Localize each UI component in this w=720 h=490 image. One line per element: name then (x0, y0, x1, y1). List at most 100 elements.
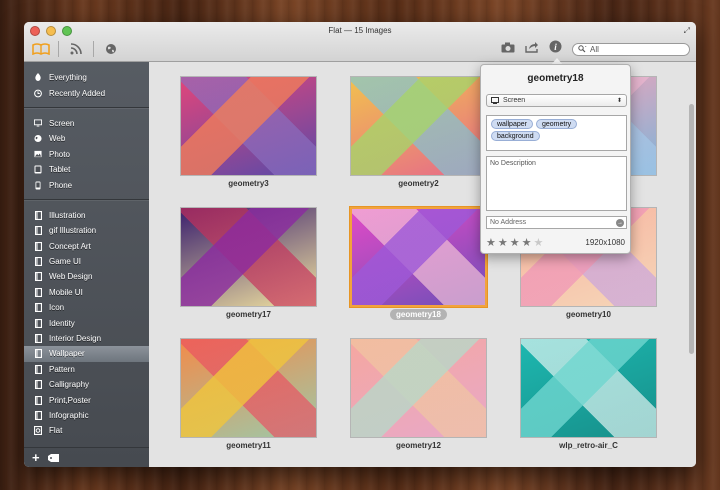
image-thumbnail[interactable] (180, 207, 317, 307)
fullscreen-icon[interactable]: ⤢ (684, 26, 690, 36)
sidebar-item-identity[interactable]: Identity (24, 315, 149, 330)
star-icon[interactable]: ★ (510, 236, 520, 249)
image-dimensions: 1920x1080 (585, 238, 625, 247)
star-icon[interactable]: ★ (522, 236, 532, 249)
sidebar-item-screen[interactable]: Screen (24, 116, 149, 131)
sidebar-item-label: Recently Added (49, 88, 106, 98)
image-tile[interactable]: geometry18 (350, 207, 487, 320)
sidebar-item-tablet[interactable]: Tablet (24, 162, 149, 177)
image-tile[interactable]: geometry11 (180, 338, 317, 450)
vertical-scrollbar[interactable] (686, 62, 696, 467)
library-button[interactable] (30, 40, 52, 58)
sidebar-item-photo[interactable]: Photo (24, 147, 149, 162)
image-thumbnail[interactable] (180, 338, 317, 438)
search-field[interactable]: All (572, 42, 690, 56)
image-name-text: geometry12 (396, 441, 441, 450)
sidebar-item-print-poster[interactable]: Print,Poster (24, 392, 149, 407)
image-tile[interactable]: wlp_retro-air_C (520, 338, 657, 450)
search-input[interactable]: All (590, 45, 599, 54)
sidebar-item-interior-design[interactable]: Interior Design (24, 331, 149, 346)
sidebar-item-wallpaper[interactable]: Wallpaper (24, 346, 149, 362)
image-name: geometry2 (350, 179, 487, 188)
image-thumbnail[interactable] (350, 76, 487, 176)
add-icon[interactable]: + (32, 450, 40, 465)
sidebar-item-game-ui[interactable]: Game UI (24, 254, 149, 269)
category-select-value: Screen (503, 97, 526, 104)
image-tile[interactable]: geometry3 (180, 76, 317, 188)
toolbar-separator (93, 41, 94, 57)
sidebar-item-recently-added[interactable]: Recently Added (24, 85, 149, 100)
image-tile[interactable]: geometry12 (350, 338, 487, 450)
folder-icon (34, 303, 42, 313)
sidebar-item-label: Tablet (49, 165, 71, 175)
tag-token[interactable]: wallpaper (491, 119, 533, 129)
image-tile[interactable]: geometry17 (180, 207, 317, 319)
folder-icon (34, 287, 42, 297)
sidebar-item-infographic[interactable]: Infographic (24, 408, 149, 423)
sidebar-item-web[interactable]: Web (24, 131, 149, 146)
image-name-text: geometry2 (398, 179, 439, 188)
sidebar-item-icon[interactable]: Icon (24, 300, 149, 315)
scrollbar-thumb[interactable] (689, 104, 694, 354)
folder-icon (34, 334, 42, 344)
image-name: geometry12 (350, 441, 487, 450)
sidebar-item-label: Phone (49, 180, 73, 190)
go-arrow-icon[interactable]: → (616, 219, 624, 227)
category-select[interactable]: Screen ⬍ (486, 94, 627, 107)
star-icon[interactable]: ★ (498, 236, 508, 249)
sidebar-item-label: Flat (49, 426, 63, 436)
sidebar-item-label: Mobile UI (49, 287, 83, 297)
image-thumbnail[interactable] (350, 207, 487, 307)
sidebar-item-calligraphy[interactable]: Calligraphy (24, 377, 149, 392)
star-icon[interactable]: ★ (534, 236, 544, 249)
library-book-icon (32, 43, 50, 55)
sidebar-item-label: Screen (49, 118, 75, 128)
image-tile[interactable]: geometry2 (350, 76, 487, 188)
info-popover: geometry18 Screen ⬍ wallpaper geometry bac… (480, 64, 631, 254)
folder-icon (34, 380, 42, 390)
sidebar-item-gif-illustration[interactable]: gif Illustration (24, 223, 149, 238)
description-field[interactable]: No Description (486, 156, 627, 211)
tags-field[interactable]: wallpaper geometry background (486, 115, 627, 151)
star-rating[interactable]: ★ ★ ★ ★ ★ (486, 236, 543, 249)
sidebar-item-phone[interactable]: Phone (24, 177, 149, 192)
sidebar-footer: + (24, 447, 149, 467)
sidebar-item-everything[interactable]: Everything (24, 70, 149, 85)
address-placeholder: No Address (490, 219, 527, 226)
sidebar-item-mobile-ui[interactable]: Mobile UI (24, 285, 149, 300)
info-icon: i (549, 40, 562, 53)
sidebar-item-label: Web (49, 134, 66, 144)
star-icon[interactable]: ★ (486, 236, 496, 249)
sidebar-item-label: Identity (49, 318, 75, 328)
monitor-icon (34, 119, 42, 128)
folder-icon (34, 318, 42, 328)
tag-token[interactable]: geometry (535, 119, 578, 129)
image-name: geometry11 (180, 441, 317, 450)
tag-icon[interactable] (47, 453, 59, 462)
sidebar-item-label: gif Illustration (49, 226, 97, 236)
smart-folder-icon (34, 426, 42, 436)
sidebar-item-web-design[interactable]: Web Design (24, 269, 149, 284)
info-button[interactable]: i (549, 40, 562, 58)
camera-icon (501, 42, 515, 53)
sidebar-item-label: Illustration (49, 210, 86, 220)
capture-button[interactable] (501, 40, 515, 58)
sidebar-item-label: Game UI (49, 257, 82, 267)
tag-token[interactable]: background (491, 131, 540, 141)
address-field[interactable]: No Address → (486, 216, 627, 229)
image-name-text: geometry10 (566, 310, 611, 319)
popover-title: geometry18 (527, 73, 584, 84)
sidebar-item-concept-art[interactable]: Concept Art (24, 239, 149, 254)
sidebar-item-illustration[interactable]: Illustration (24, 208, 149, 223)
web-button[interactable] (100, 40, 122, 58)
description-placeholder: No Description (490, 160, 536, 167)
everything-icon (34, 73, 42, 82)
image-thumbnail[interactable] (350, 338, 487, 438)
rss-button[interactable] (65, 40, 87, 58)
globe-icon (106, 44, 116, 54)
share-button[interactable] (525, 40, 539, 58)
sidebar-item-flat[interactable]: Flat (24, 423, 149, 438)
sidebar-item-pattern[interactable]: Pattern (24, 362, 149, 377)
image-thumbnail[interactable] (520, 338, 657, 438)
image-thumbnail[interactable] (180, 76, 317, 176)
